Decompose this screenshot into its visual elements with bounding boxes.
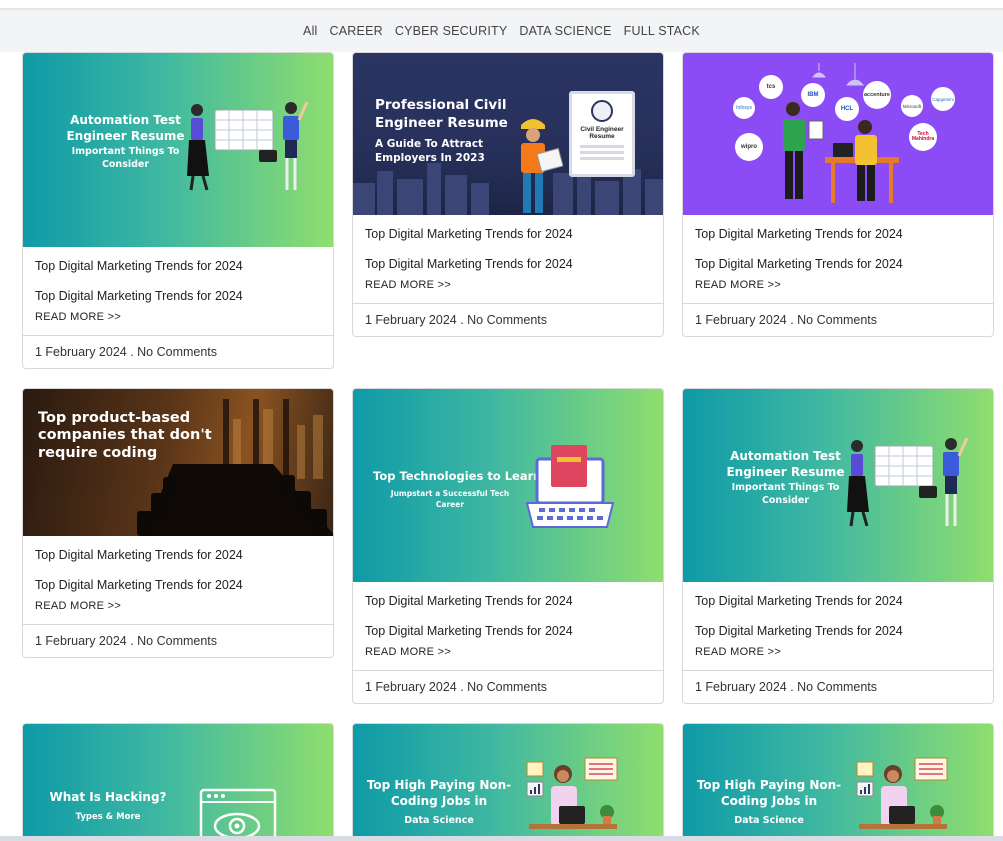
blog-card[interactable]: Professional Civil Engineer Resume A Gui… — [352, 52, 664, 337]
card-meta: 1 February 2024 . No Comments — [683, 303, 993, 336]
read-more-link[interactable]: READ MORE >> — [35, 600, 121, 612]
card-title[interactable]: Top Digital Marketing Trends for 2024 — [695, 594, 981, 608]
thumb-heading-line: require coding — [38, 444, 158, 461]
resume-doc-label: Civil Engineer Resume — [580, 126, 624, 141]
thumb-heading-line: Top product-based — [38, 410, 191, 426]
data-analyst-illustration — [856, 757, 948, 829]
thumb-subheading-line: A Guide To Attract — [375, 138, 484, 151]
filter-data-science[interactable]: DATA SCIENCE — [519, 24, 611, 38]
card-excerpt: Top Digital Marketing Trends for 2024 — [695, 257, 903, 271]
card-title[interactable]: Top Digital Marketing Trends for 2024 — [365, 227, 651, 241]
card-excerpt: Top Digital Marketing Trends for 2024 — [35, 289, 243, 303]
card-title[interactable]: Top Digital Marketing Trends for 2024 — [365, 594, 651, 608]
card-excerpt: Top Digital Marketing Trends for 2024 — [695, 624, 903, 638]
company-logo-tech-mahindra: Tech Mahindra — [909, 123, 937, 151]
thumb-subheading-line: Employers In 2023 — [375, 151, 485, 164]
card-thumbnail[interactable]: Top product-based companies that don't r… — [23, 389, 333, 536]
card-thumbnail[interactable]: Top Technologies to Learn Jumpstart a Su… — [353, 389, 663, 582]
card-meta: 1 February 2024 . No Comments — [353, 303, 663, 336]
filter-career[interactable]: CAREER — [330, 24, 383, 38]
category-filter-bar: All CAREER CYBER SECURITY DATA SCIENCE F… — [0, 10, 1003, 52]
card-thumbnail[interactable]: Top High Paying Non- Coding Jobs in Data… — [683, 724, 993, 841]
filter-full-stack[interactable]: FULL STACK — [624, 24, 700, 38]
blog-card[interactable]: Automation Test Engineer Resume Importan… — [682, 388, 994, 704]
card-thumbnail[interactable]: tcs IBM HCL accenture Microsoft Capgemin… — [683, 53, 993, 215]
company-logo-infosys: Infosys — [733, 97, 755, 119]
card-title[interactable]: Top Digital Marketing Trends for 2024 — [695, 227, 981, 241]
card-title[interactable]: Top Digital Marketing Trends for 2024 — [35, 548, 321, 562]
thumb-subheading-line: Data Science — [734, 815, 804, 827]
card-meta: 1 February 2024 . No Comments — [23, 335, 333, 368]
read-more-link[interactable]: READ MORE >> — [695, 279, 781, 291]
company-logo-wipro: wipro — [735, 133, 763, 161]
filter-all[interactable]: All — [303, 24, 318, 38]
card-meta: 1 February 2024 . No Comments — [23, 624, 333, 657]
company-logo-capgemini: Capgemini — [931, 87, 955, 111]
job-interview-illustration — [783, 63, 899, 203]
card-thumbnail[interactable]: What Is Hacking? Types & More — [23, 724, 333, 841]
card-excerpt: Top Digital Marketing Trends for 2024 — [365, 257, 573, 271]
thumb-heading-line: Top High Paying Non- — [366, 778, 512, 792]
engineer-figure-icon — [521, 119, 563, 213]
read-more-link[interactable]: READ MORE >> — [365, 646, 451, 658]
card-thumbnail[interactable]: Top High Paying Non- Coding Jobs in Data… — [353, 724, 663, 841]
read-more-link[interactable]: READ MORE >> — [365, 279, 451, 291]
thumb-subheading-line: Data Science — [404, 815, 474, 827]
card-excerpt: Top Digital Marketing Trends for 2024 — [365, 624, 573, 638]
thumb-heading-line: companies that don't — [38, 427, 212, 444]
thumb-subheading-line: Types & More — [75, 811, 141, 822]
thumb-heading-line: Coding Jobs in — [390, 793, 488, 808]
company-logo-microsoft: Microsoft — [901, 95, 923, 117]
blog-card[interactable]: Top product-based companies that don't r… — [22, 388, 334, 658]
thumb-heading-line: Coding Jobs in — [720, 793, 818, 808]
card-thumbnail[interactable]: Automation Test Engineer Resume Importan… — [23, 53, 333, 247]
bottom-edge-bar — [0, 836, 1003, 841]
card-meta: 1 February 2024 . No Comments — [683, 670, 993, 703]
card-thumbnail[interactable]: Automation Test Engineer Resume Importan… — [683, 389, 993, 582]
read-more-link[interactable]: READ MORE >> — [35, 311, 121, 323]
blog-card[interactable]: Top High Paying Non- Coding Jobs in Data… — [682, 723, 994, 841]
card-meta: 1 February 2024 . No Comments — [353, 670, 663, 703]
resume-document-graphic: Civil Engineer Resume — [569, 91, 635, 177]
thumb-heading-line: Professional Civil — [375, 97, 507, 113]
thumb-heading-line: Top High Paying Non- — [696, 778, 842, 792]
blog-card[interactable]: Top High Paying Non- Coding Jobs in Data… — [352, 723, 664, 841]
people-calendar-illustration — [187, 101, 309, 191]
thumb-heading-line: Engineer Resume — [375, 114, 508, 131]
filter-cyber-security[interactable]: CYBER SECURITY — [395, 24, 508, 38]
eye-monitor-icon — [199, 788, 277, 841]
blog-card[interactable]: tcs IBM HCL accenture Microsoft Capgemin… — [682, 52, 994, 337]
data-analyst-illustration — [526, 757, 618, 829]
card-thumbnail[interactable]: Professional Civil Engineer Resume A Gui… — [353, 53, 663, 215]
read-more-link[interactable]: READ MORE >> — [695, 646, 781, 658]
laptop-book-icon — [525, 445, 615, 528]
card-excerpt: Top Digital Marketing Trends for 2024 — [35, 578, 243, 592]
blog-card[interactable]: What Is Hacking? Types & More — [22, 723, 334, 841]
card-title[interactable]: Top Digital Marketing Trends for 2024 — [35, 259, 321, 273]
people-calendar-illustration — [847, 437, 969, 527]
thumb-subheading-line: Career — [435, 499, 465, 509]
blog-card[interactable]: Top Technologies to Learn Jumpstart a Su… — [352, 388, 664, 704]
thumb-subheading-line: Jumpstart a Successful Tech — [390, 489, 510, 498]
thumb-heading-line: What Is Hacking? — [49, 790, 167, 804]
thumb-heading-line: Top Technologies to Learn — [373, 469, 542, 483]
blog-card[interactable]: Automation Test Engineer Resume Importan… — [22, 52, 334, 369]
